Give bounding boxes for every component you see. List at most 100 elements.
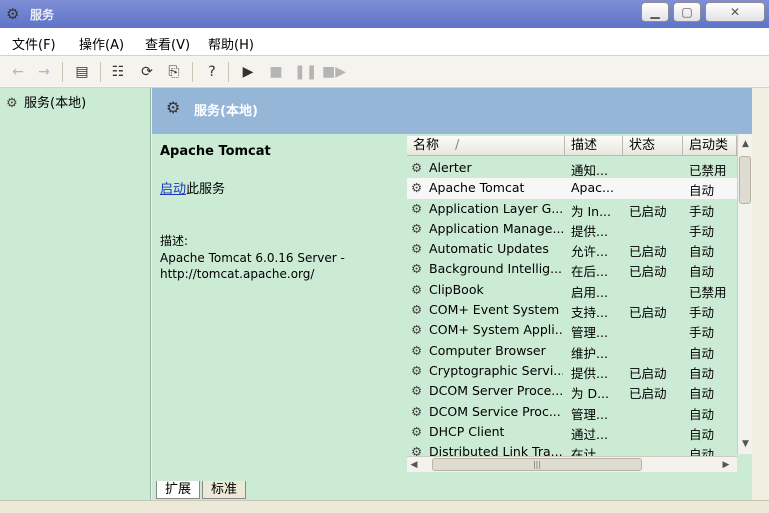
start-service-link[interactable]: 启动 — [160, 182, 186, 197]
menu-help[interactable]: 帮助(H) — [208, 34, 254, 53]
tab-extended[interactable]: 扩展 — [156, 481, 201, 499]
description-text: Apache Tomcat 6.0.16 Server - http://tom… — [160, 251, 345, 281]
menu-action[interactable]: 操作(A) — [79, 34, 124, 53]
service-name-cell: ⚙ DCOM Service Proc... — [411, 404, 563, 419]
menu-view[interactable]: 查看(V) — [145, 34, 190, 53]
tab-standard[interactable]: 标准 — [202, 481, 247, 499]
status-bar — [0, 500, 769, 513]
help-icon[interactable]: ? — [202, 62, 222, 82]
service-name-text: Computer Browser — [429, 342, 546, 358]
scroll-left-icon[interactable]: ◀ — [407, 457, 421, 473]
tree-item-services-local[interactable]: ⚙ 服务(本地) — [6, 92, 86, 111]
details-pane: ⚙ 服务(本地) Apache Tomcat 启动此服务 描述: Apache … — [152, 88, 752, 500]
gear-icon: ⚙ — [411, 302, 423, 318]
start-service-row: 启动此服务 — [160, 178, 225, 197]
table-row[interactable]: ⚙ Apache Tomcat Apac... 自动 — [407, 178, 737, 199]
table-row[interactable]: ⚙ COM+ System Appli... 管理... 手动 — [407, 320, 737, 340]
service-name-cell: ⚙ COM+ System Appli... — [411, 322, 563, 337]
column-header-name[interactable]: 名称 / — [407, 136, 565, 156]
table-row[interactable]: ⚙ COM+ Event System 支持... 已启动 手动 — [407, 300, 737, 320]
menu-file[interactable]: 文件(F) — [12, 34, 56, 53]
service-startup-cell: 自动 — [689, 345, 715, 361]
column-state-label: 状态 — [629, 138, 656, 153]
service-state-cell: 已启动 — [629, 386, 667, 402]
service-desc-cell: 通知... — [571, 163, 608, 178]
maximize-button[interactable]: ▢ — [673, 2, 701, 22]
start-service-icon[interactable]: ▶ — [238, 62, 258, 82]
export-list-icon[interactable]: ⎘ — [164, 62, 184, 82]
table-row[interactable]: ⚙ Computer Browser 维护... 自动 — [407, 341, 737, 361]
column-header-description[interactable]: 描述 — [565, 136, 623, 156]
minimize-icon: ▁ — [650, 5, 660, 19]
service-startup-cell: 已禁用 — [689, 284, 727, 300]
service-startup-cell: 自动 — [689, 244, 715, 260]
table-row[interactable]: ⚙ Application Manage... 提供... 手动 — [407, 219, 737, 239]
restart-service-icon[interactable]: ■▶ — [322, 62, 346, 82]
service-name-cell: ⚙ Cryptographic Servi... — [411, 363, 563, 378]
refresh-icon[interactable]: ⟳ — [137, 62, 157, 82]
service-desc-cell: 提供... — [571, 365, 608, 381]
scroll-right-icon[interactable]: ▶ — [719, 457, 733, 473]
services-list: 名称 / 描述 状态 启动类 ⚙ Alerter 通知... 已禁用 ⚙ Apache T… — [407, 134, 752, 480]
properties-icon[interactable]: ☷ — [108, 62, 128, 82]
arrow-left-icon[interactable]: ← — [8, 62, 28, 82]
maximize-icon: ▢ — [681, 5, 693, 19]
service-name-text: ClipBook — [429, 281, 484, 297]
column-header-startup-type[interactable]: 启动类 — [683, 136, 737, 156]
table-row[interactable]: ⚙ Background Intellig... 在后... 已启动 自动 — [407, 259, 737, 279]
pane-header: ⚙ 服务(本地) — [152, 88, 752, 134]
services-app-icon: ⚙ — [6, 5, 20, 23]
toolbar-separator — [62, 62, 63, 82]
scroll-down-icon[interactable]: ▼ — [738, 436, 753, 452]
table-row[interactable]: ⚙ DCOM Service Proc... 管理... 自动 — [407, 402, 737, 422]
toolbar-separator — [228, 62, 229, 82]
service-name-text: Application Manage... — [429, 220, 563, 236]
stop-service-icon[interactable]: ■ — [266, 62, 286, 82]
horizontal-scrollbar[interactable]: ◀ ||| ▶ — [407, 456, 737, 472]
service-startup-cell: 手动 — [689, 305, 715, 321]
service-name-cell: ⚙ Application Manage... — [411, 221, 563, 236]
service-name-text: DCOM Service Proc... — [429, 403, 561, 419]
service-startup-cell: 自动 — [689, 365, 715, 381]
toolbar: ← → ▤ ☷ ⟳ ⎘ ? ▶ ■ ❚❚ ■▶ — [0, 56, 769, 88]
service-desc-cell: 管理... — [571, 325, 608, 341]
service-name-cell: ⚙ Apache Tomcat — [411, 180, 563, 195]
selected-service-name: Apache Tomcat — [160, 144, 271, 159]
gear-icon: ⚙ — [411, 342, 423, 358]
title-bar: ⚙ 服务 ▁ ▢ ✕ — [0, 0, 769, 28]
service-name-cell: ⚙ Background Intellig... — [411, 261, 563, 276]
table-row[interactable]: ⚙ Cryptographic Servi... 提供... 已启动 自动 — [407, 361, 737, 381]
service-desc-cell: 为 D... — [571, 386, 610, 402]
vertical-scrollbar[interactable]: ▲ ▼ — [737, 134, 752, 454]
service-state-cell: 已启动 — [629, 203, 667, 219]
gear-icon: ⚙ — [411, 362, 423, 378]
service-desc-cell: Apac... — [571, 180, 614, 196]
menu-bar: 文件(F) 操作(A) 查看(V) 帮助(H) — [0, 28, 769, 56]
service-name-text: DCOM Server Proce... — [429, 383, 563, 399]
arrow-right-icon[interactable]: → — [34, 62, 54, 82]
horizontal-scroll-thumb[interactable]: ||| — [432, 458, 642, 471]
table-row[interactable]: ⚙ DCOM Server Proce... 为 D... 已启动 自动 — [407, 381, 737, 401]
table-row[interactable]: ⚙ DHCP Client 通过... 自动 — [407, 422, 737, 442]
service-name-cell: ⚙ DCOM Server Proce... — [411, 383, 563, 398]
service-name-cell: ⚙ Computer Browser — [411, 343, 563, 358]
column-name-label: 名称 — [413, 138, 440, 153]
minimize-button[interactable]: ▁ — [641, 2, 669, 22]
service-state-cell: 已启动 — [629, 264, 667, 280]
pause-service-icon[interactable]: ❚❚ — [294, 62, 317, 82]
scroll-up-icon[interactable]: ▲ — [738, 136, 753, 152]
close-button[interactable]: ✕ — [705, 2, 765, 22]
table-row[interactable]: ⚙ Application Layer G... 为 In... 已启动 手动 — [407, 199, 737, 219]
service-name-cell: ⚙ COM+ Event System — [411, 302, 563, 317]
table-row[interactable]: ⚙ ClipBook 启用... 已禁用 — [407, 280, 737, 300]
column-header-status[interactable]: 状态 — [623, 136, 683, 156]
table-row[interactable]: ⚙ Automatic Updates 允许... 已启动 自动 — [407, 239, 737, 259]
service-desc-cell: 管理... — [571, 406, 608, 422]
service-desc-cell: 通过... — [571, 426, 608, 442]
service-startup-cell: 自动 — [689, 264, 715, 280]
table-row[interactable]: ⚙ Alerter 通知... 已禁用 — [407, 158, 737, 178]
vertical-scroll-thumb[interactable] — [739, 156, 751, 204]
gear-icon: ⚙ — [411, 160, 423, 175]
console-tree-icon[interactable]: ▤ — [72, 62, 92, 82]
gear-icon: ⚙ — [411, 261, 423, 277]
